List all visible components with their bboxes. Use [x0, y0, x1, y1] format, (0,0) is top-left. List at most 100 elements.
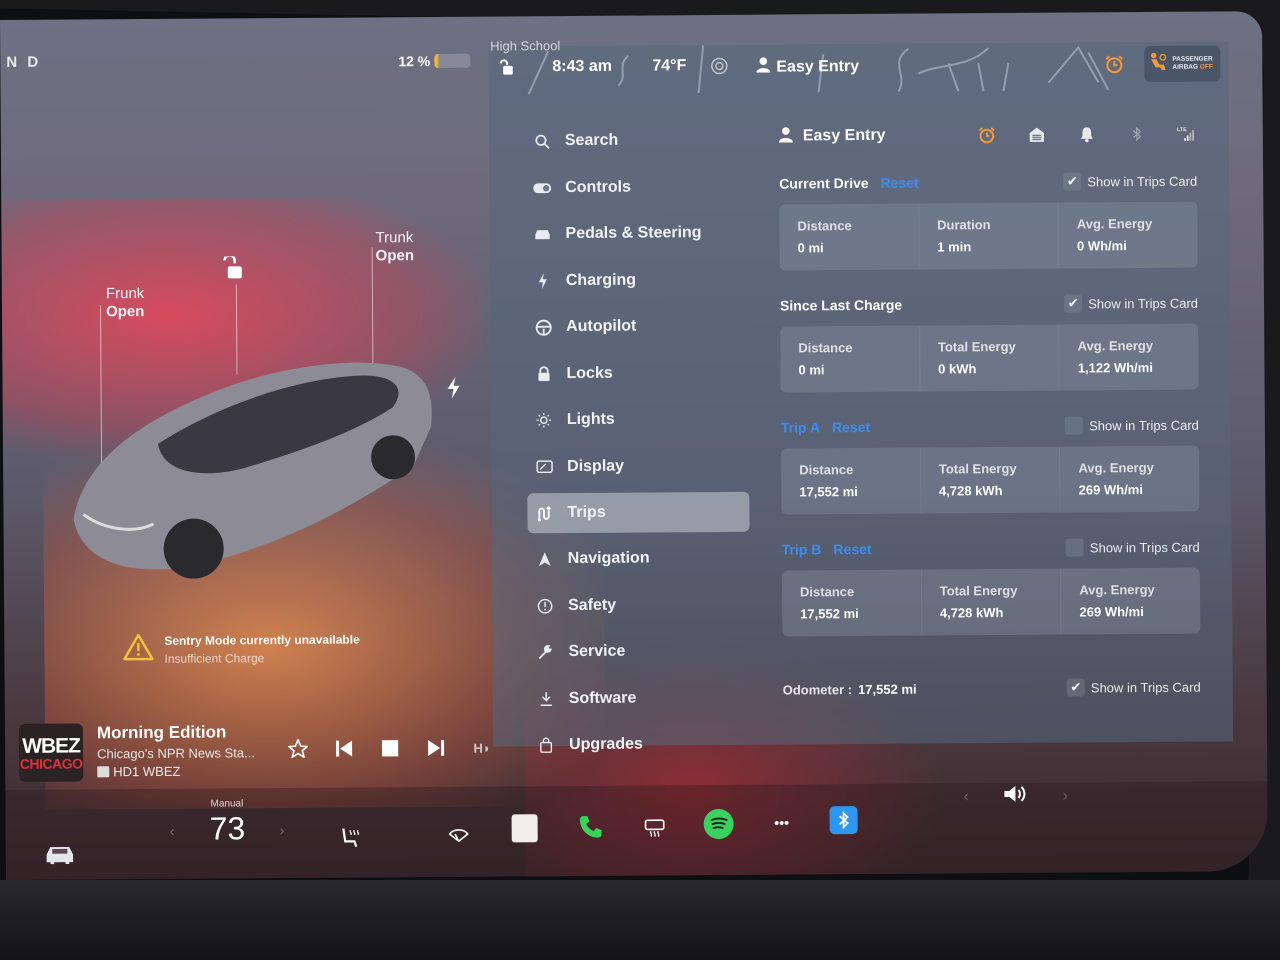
outside-temperature: 74°F: [652, 57, 687, 75]
sentry-status-icon[interactable]: [710, 57, 728, 75]
alarm-clock-icon[interactable]: [977, 125, 997, 145]
more-apps-icon[interactable]: •••: [768, 808, 796, 836]
speaker-volume-icon[interactable]: [1003, 783, 1029, 810]
car-icon[interactable]: [42, 839, 78, 869]
nav-item-service[interactable]: Service: [528, 628, 750, 676]
stat-value: 0 mi: [797, 240, 824, 256]
nav-item-trips[interactable]: Trips: [527, 491, 750, 534]
show-in-trips-card-checkbox[interactable]: ✔ Show in Trips Card: [1063, 172, 1197, 191]
media-info[interactable]: Morning Edition Chicago's NPR News Sta..…: [97, 722, 255, 779]
favorite-star-icon[interactable]: [287, 738, 309, 760]
show-in-trips-card-checkbox[interactable]: Show in Trips Card: [1065, 538, 1200, 557]
temp-decrease-chevron-icon[interactable]: ‹: [170, 823, 175, 839]
show-in-trips-card-checkbox[interactable]: ✔ Show in Trips Card: [1064, 294, 1198, 313]
nav-item-upgrades[interactable]: Upgrades: [529, 721, 751, 769]
stat-label: Avg. Energy: [1079, 581, 1155, 598]
nav-item-label: Display: [567, 457, 625, 475]
nav-item-navigation[interactable]: Navigation: [528, 535, 750, 583]
airbag-state: OFF: [1199, 63, 1213, 71]
stat-total-energy: Total Energy 4,728 kWh: [921, 568, 1062, 636]
stat-value: 0 kWh: [938, 361, 977, 377]
driver-profile-button[interactable]: Easy Entry: [756, 56, 859, 78]
dashboard-trim: [0, 880, 1280, 960]
station-logo[interactable]: WBEZ CHICAGO: [18, 723, 84, 782]
charge-port-bolt-icon[interactable]: [447, 376, 461, 405]
wrench-icon: [536, 643, 554, 661]
stat-total-energy: Total Energy 0 kWh: [919, 324, 1060, 392]
volume-down-chevron-icon[interactable]: ‹: [963, 788, 968, 806]
calendar-app-icon[interactable]: [511, 814, 538, 843]
hd-radio-icon[interactable]: H◗: [471, 737, 493, 759]
media-player: WBEZ CHICAGO Morning Edition Chicago's N…: [5, 697, 496, 782]
stat-value: 1 min: [937, 239, 972, 255]
climate-mode: Manual: [210, 798, 244, 810]
stat-label: Avg. Energy: [1076, 215, 1153, 232]
sentry-alert-title: Sentry Mode currently unavailable: [164, 632, 360, 648]
station-logo-top: WBEZ: [22, 733, 81, 758]
sentry-alert: Sentry Mode currently unavailable Insuff…: [122, 632, 360, 667]
trunk-callout[interactable]: Trunk Open: [375, 229, 414, 265]
frunk-state: Open: [105, 302, 145, 321]
nav-item-locks[interactable]: Locks: [526, 349, 748, 397]
alarm-clock-icon[interactable]: [1104, 54, 1124, 74]
stat-distance: Distance 0 mi: [779, 203, 920, 271]
nav-item-software[interactable]: Software: [529, 674, 751, 722]
frunk-callout[interactable]: Frunk Open: [106, 285, 145, 321]
temp-increase-chevron-icon[interactable]: ›: [280, 822, 285, 838]
notification-bell-icon[interactable]: [1077, 124, 1097, 144]
cabin-temperature-control: ‹ Manual 73 ›: [165, 798, 295, 859]
bluetooth-icon[interactable]: [1127, 124, 1147, 144]
nav-item-autopilot[interactable]: Autopilot: [526, 303, 748, 351]
alert-circle-icon: [536, 597, 554, 615]
stat-label: Distance: [799, 462, 854, 478]
car-model-image[interactable]: [62, 347, 444, 580]
lock-icon: [534, 365, 552, 383]
touchscreen: N D 12 % Frunk Open Trunk Open Sentry Mo…: [0, 11, 1268, 880]
nav-item-controls[interactable]: Controls: [525, 163, 747, 211]
odometer-show-in-trips-card-checkbox[interactable]: ✔ Show in Trips Card: [1066, 678, 1201, 697]
rear-defrost-icon[interactable]: [640, 813, 670, 843]
trips-content: Easy Entry LTE Current Drive Reset ✔ Show i…: [778, 118, 1201, 703]
spotify-app-icon[interactable]: [703, 808, 734, 840]
unlock-status-icon[interactable]: [498, 58, 514, 76]
settings-nav: Search Controls Pedals & Steering Charging A…: [525, 117, 752, 769]
checkbox[interactable]: ✔: [1064, 294, 1083, 313]
stat-value: 17,552 mi: [800, 606, 859, 622]
profile-name[interactable]: Easy Entry: [803, 127, 886, 146]
garage-icon[interactable]: [1027, 125, 1047, 145]
next-track-icon[interactable]: [425, 737, 447, 759]
nav-item-lights[interactable]: Lights: [527, 396, 749, 444]
checkbox[interactable]: ✔: [1066, 678, 1085, 697]
sentry-alert-subtitle: Insufficient Charge: [164, 650, 265, 666]
show-in-trips-card-checkbox[interactable]: Show in Trips Card: [1064, 416, 1199, 435]
battery-fill: [434, 53, 439, 68]
nav-item-display[interactable]: Display: [527, 442, 749, 490]
nav-item-label: Charging: [565, 271, 637, 289]
nav-item-pedals-steering[interactable]: Pedals & Steering: [525, 210, 747, 258]
bluetooth-app-icon[interactable]: [829, 806, 858, 835]
phone-icon[interactable]: [576, 812, 606, 842]
section-title: Since Last Charge: [779, 296, 903, 314]
reset-button[interactable]: Reset: [833, 541, 871, 557]
nav-item-search[interactable]: Search: [525, 117, 747, 165]
cabin-temperature[interactable]: 73: [210, 810, 246, 847]
reset-button[interactable]: Reset: [881, 175, 919, 191]
checkbox[interactable]: [1065, 538, 1084, 557]
checkbox[interactable]: [1064, 416, 1084, 435]
person-icon: [756, 57, 771, 78]
lte-signal-icon: LTE: [1177, 124, 1197, 144]
wiper-icon[interactable]: [444, 821, 474, 851]
previous-track-icon[interactable]: [333, 738, 355, 760]
checkbox[interactable]: ✔: [1063, 172, 1082, 191]
nav-item-charging[interactable]: Charging: [526, 256, 748, 304]
stop-icon[interactable]: [379, 737, 401, 759]
nav-item-safety[interactable]: Safety: [528, 581, 750, 629]
unlock-icon[interactable]: [220, 254, 244, 280]
display-icon: [535, 458, 553, 476]
search-icon: [533, 132, 551, 150]
section-header: Since Last Charge ✔ Show in Trips Card: [780, 290, 1198, 319]
volume-up-chevron-icon[interactable]: ›: [1063, 787, 1068, 805]
seat-heater-icon[interactable]: [336, 823, 366, 853]
bolt-icon: [534, 272, 552, 290]
reset-button[interactable]: Reset: [832, 419, 870, 435]
